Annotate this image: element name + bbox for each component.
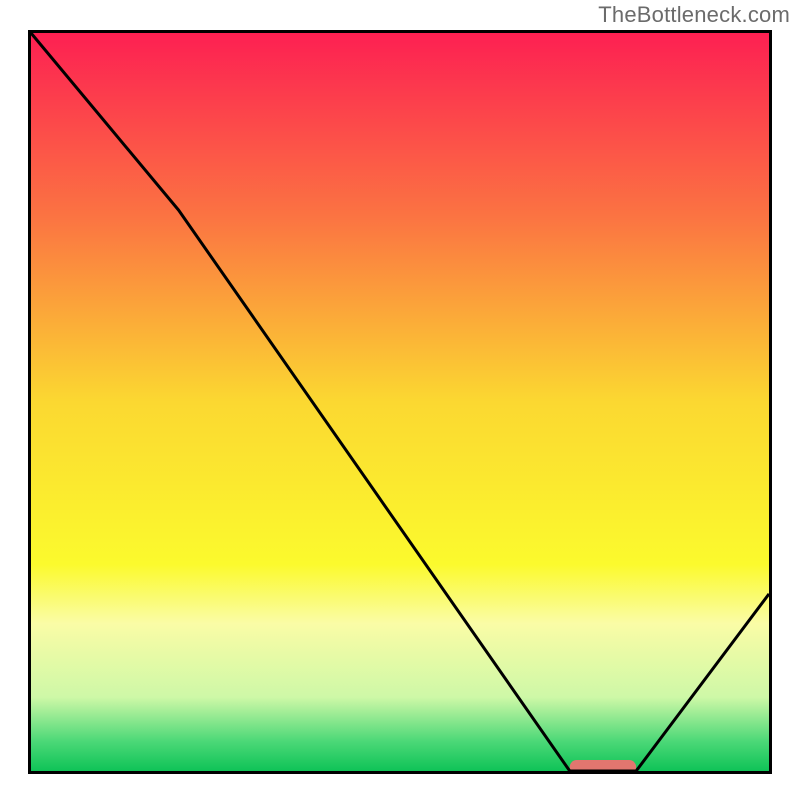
attribution-text: TheBottleneck.com [598,2,790,28]
plot-area [28,30,772,774]
gradient-background [31,33,769,771]
chart-container: TheBottleneck.com [0,0,800,800]
chart-svg [31,33,769,771]
optimal-zone-marker [570,760,636,771]
